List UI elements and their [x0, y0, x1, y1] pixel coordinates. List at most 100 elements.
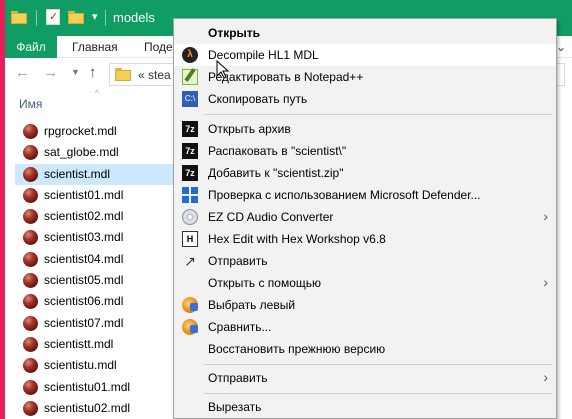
share-icon: ↗ — [184, 253, 196, 269]
mdl-file-icon — [23, 379, 38, 395]
address-text: « stea — [138, 68, 171, 82]
list-item-selected[interactable]: scientist.mdl — [15, 163, 175, 185]
menu-item-label: Редактировать в Notepad++ — [208, 70, 364, 84]
expand-ribbon-icon[interactable]: ⌄ — [556, 40, 566, 54]
menu-item-open-archive[interactable]: 7z Открыть архив — [174, 118, 556, 140]
new-folder-icon[interactable] — [68, 11, 84, 24]
menu-item-label: EZ CD Audio Converter — [208, 210, 334, 224]
menu-item-add-to-zip[interactable]: 7z Добавить к "scientist.zip" — [174, 162, 556, 184]
menu-item-label: Hex Edit with Hex Workshop v6.8 — [208, 232, 386, 246]
menu-item-share[interactable]: ↗ Отправить — [174, 250, 556, 272]
menu-item-label: Отправить — [208, 371, 268, 385]
menu-item-defender-scan[interactable]: Проверка с использованием Microsoft Defe… — [174, 184, 556, 206]
mdl-file-icon — [23, 251, 38, 267]
notepadpp-icon — [182, 68, 198, 85]
menu-separator — [204, 114, 552, 115]
mdl-file-icon — [23, 166, 38, 182]
mdl-file-icon — [23, 209, 38, 225]
mdl-file-icon — [23, 273, 38, 289]
mdl-file-icon — [23, 294, 38, 310]
menu-item-ez-cd[interactable]: EZ CD Audio Converter › — [174, 206, 556, 228]
menu-item-label: Восстановить прежнюю версию — [208, 342, 386, 356]
back-arrow-icon[interactable]: ← — [15, 65, 30, 81]
list-item[interactable]: rpgrocket.mdl — [15, 121, 175, 142]
7zip-icon: 7z — [182, 165, 198, 181]
list-item[interactable]: scientist05.mdl — [15, 270, 175, 291]
menu-item-decompile[interactable]: λ Decompile HL1 MDL — [174, 44, 556, 66]
window-title: models — [113, 10, 155, 25]
tab-share[interactable]: Поде — [144, 36, 173, 58]
file-name: scientist07.mdl — [44, 315, 124, 330]
menu-item-label: Скопировать путь — [208, 92, 308, 106]
menu-item-hex-edit[interactable]: H Hex Edit with Hex Workshop v6.8 — [174, 228, 556, 250]
menu-item-open-with[interactable]: Открыть с помощью › — [174, 272, 556, 294]
file-name: scientistu01.mdl — [44, 379, 131, 394]
mdl-file-icon — [23, 187, 38, 203]
menu-item-compare[interactable]: Сравнить... — [174, 316, 556, 338]
list-item[interactable]: scientist02.mdl — [15, 206, 175, 227]
hex-workshop-icon: H — [182, 231, 198, 247]
menu-separator — [204, 393, 552, 394]
7zip-icon: 7z — [182, 143, 198, 159]
mdl-file-icon — [23, 400, 38, 416]
menu-item-select-left[interactable]: Выбрать левый — [174, 294, 556, 316]
toolbar-separator — [105, 10, 106, 26]
file-name: scientistt.mdl — [44, 336, 114, 351]
column-header-name[interactable]: Имя — [19, 97, 42, 111]
menu-item-label: Проверка с использованием Microsoft Defe… — [208, 188, 481, 202]
menu-item-send-to[interactable]: Отправить › — [174, 367, 556, 389]
menu-item-extract-to[interactable]: 7z Распаковать в "scientist\" — [174, 140, 556, 162]
list-item[interactable]: scientistt.mdl — [15, 334, 175, 355]
file-name: scientist01.mdl — [44, 187, 124, 202]
tab-file[interactable]: Файл — [5, 36, 57, 58]
submenu-arrow-icon: › — [543, 208, 548, 224]
mdl-file-icon — [23, 145, 38, 161]
mouse-cursor-icon — [216, 59, 230, 79]
folder-icon — [115, 68, 131, 81]
list-item[interactable]: scientist07.mdl — [15, 313, 175, 334]
7zip-icon: 7z — [182, 121, 198, 137]
menu-item-copy-path[interactable]: C:\ Скопировать путь — [174, 88, 556, 110]
menu-item-label: Вырезать — [208, 400, 262, 414]
file-name: scientist03.mdl — [44, 230, 124, 245]
file-name: scientist02.mdl — [44, 209, 124, 224]
compare-icon — [182, 319, 198, 335]
file-name: scientist05.mdl — [44, 273, 124, 288]
file-name: scientist04.mdl — [44, 251, 124, 266]
file-list: rpgrocket.mdl sat_globe.mdl scientist.md… — [15, 121, 175, 419]
half-life-icon: λ — [182, 47, 198, 63]
menu-item-label: Открыть архив — [208, 122, 291, 136]
menu-item-label: Распаковать в "scientist\" — [208, 144, 347, 158]
file-name: rpgrocket.mdl — [44, 124, 117, 138]
context-menu: Открыть λ Decompile HL1 MDL Редактироват… — [173, 18, 557, 419]
menu-item-label: Отправить — [208, 254, 268, 268]
recent-locations-icon[interactable]: ▼ — [71, 67, 80, 77]
menu-item-restore-version[interactable]: Восстановить прежнюю версию — [174, 338, 556, 360]
menu-item-cut[interactable]: Вырезать — [174, 396, 556, 418]
menu-item-notepadpp[interactable]: Редактировать в Notepad++ — [174, 66, 556, 88]
mdl-file-icon — [23, 336, 38, 352]
list-item[interactable]: sat_globe.mdl — [15, 142, 175, 163]
up-arrow-icon[interactable]: ↑ — [89, 65, 97, 81]
list-item[interactable]: scientistu01.mdl — [15, 377, 175, 398]
menu-separator — [204, 364, 552, 365]
tab-home[interactable]: Главная — [72, 36, 118, 58]
forward-arrow-icon[interactable]: → — [43, 65, 58, 81]
list-item[interactable]: scientist03.mdl — [15, 227, 175, 248]
folder-icon[interactable] — [11, 11, 27, 24]
mdl-file-icon — [23, 230, 38, 246]
list-item[interactable]: scientist06.mdl — [15, 291, 175, 312]
mdl-file-icon — [23, 124, 38, 139]
menu-item-open[interactable]: Открыть — [174, 22, 556, 44]
list-item[interactable]: scientistu02.mdl — [15, 398, 175, 419]
submenu-arrow-icon: › — [543, 274, 548, 290]
list-item[interactable]: scientist04.mdl — [15, 249, 175, 270]
menu-item-label: Выбрать левый — [208, 298, 296, 312]
menu-item-label: Добавить к "scientist.zip" — [208, 166, 344, 180]
list-item[interactable]: scientistu.mdl — [15, 355, 175, 376]
file-name: scientistu02.mdl — [44, 400, 131, 415]
menu-item-label: Сравнить... — [208, 320, 272, 334]
properties-icon[interactable]: ✓ — [46, 9, 60, 25]
list-item[interactable]: scientist01.mdl — [15, 185, 175, 206]
quick-access-dropdown-icon[interactable]: ▾ — [92, 10, 98, 24]
